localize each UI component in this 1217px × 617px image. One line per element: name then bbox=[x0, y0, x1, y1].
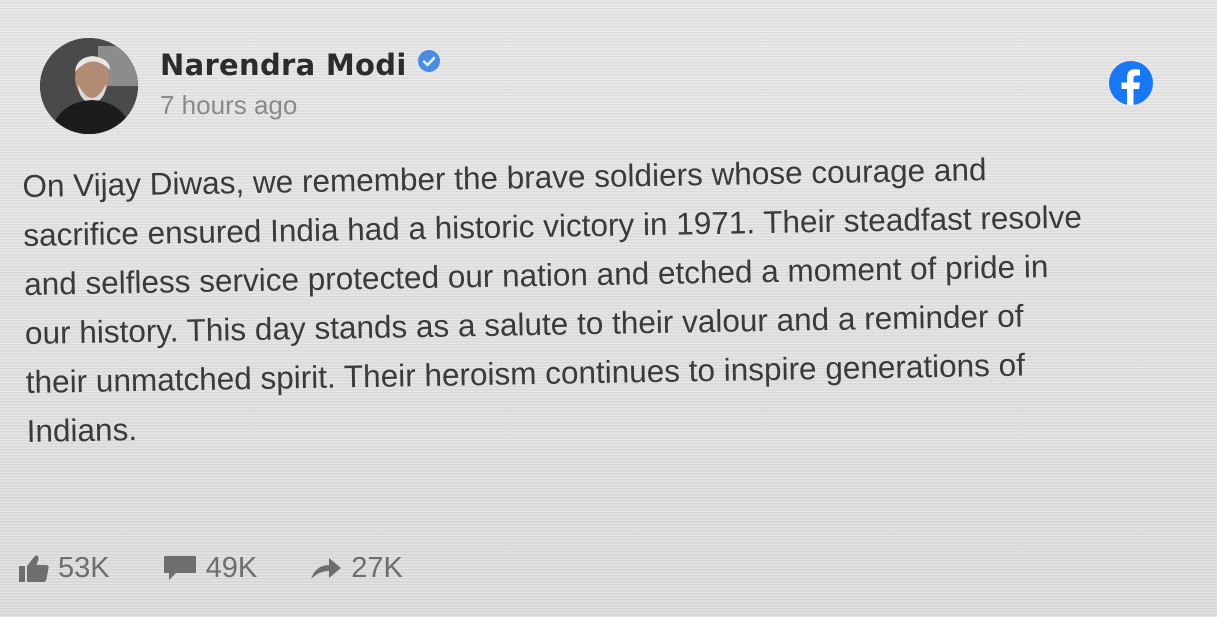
post-text: On Vijay Diwas, we remember the brave so… bbox=[22, 141, 1202, 455]
author-name[interactable]: Narendra Modi bbox=[160, 48, 441, 82]
author-name-text[interactable]: Narendra Modi bbox=[160, 48, 407, 82]
share-arrow-icon bbox=[311, 558, 342, 579]
engagement-stats: 53K 49K 27K bbox=[18, 548, 455, 588]
share-button[interactable]: 27K bbox=[309, 552, 403, 585]
post-timestamp[interactable]: 7 hours ago bbox=[160, 90, 297, 121]
share-count: 27K bbox=[351, 551, 403, 584]
thumbs-up-icon bbox=[19, 555, 49, 582]
verified-badge-icon bbox=[417, 50, 440, 72]
comment-icon bbox=[163, 556, 196, 580]
facebook-icon[interactable] bbox=[1106, 58, 1156, 108]
like-button[interactable]: 53K bbox=[18, 552, 110, 585]
like-count: 53K bbox=[58, 551, 110, 584]
comment-count: 49K bbox=[205, 551, 258, 584]
post-card: Narendra Modi 7 hours ago On Vijay Diwas… bbox=[0, 0, 1217, 617]
comment-button[interactable]: 49K bbox=[162, 551, 258, 585]
avatar[interactable] bbox=[40, 38, 138, 134]
avatar-image bbox=[40, 38, 138, 134]
